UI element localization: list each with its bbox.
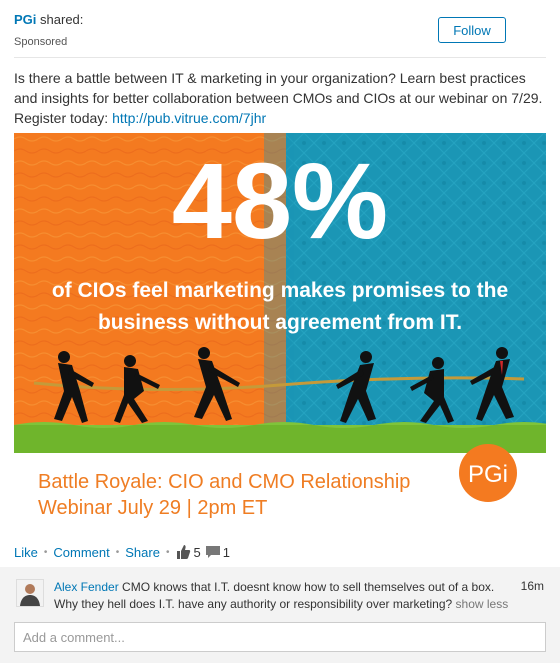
actor-name-link[interactable]: PGi bbox=[14, 12, 36, 27]
add-comment-input[interactable] bbox=[14, 622, 546, 652]
post-actor: PGi shared: bbox=[14, 12, 83, 27]
actor-verb: shared: bbox=[40, 12, 84, 27]
speech-bubble-icon[interactable] bbox=[205, 544, 221, 560]
commenter-name-link[interactable]: Alex Fender bbox=[54, 580, 119, 594]
social-actions: Like • Comment • Share • 5 1 bbox=[14, 543, 230, 561]
banner-grass bbox=[14, 425, 546, 455]
sponsored-label: Sponsored bbox=[14, 36, 68, 48]
comments-count: 1 bbox=[222, 544, 230, 560]
thumbs-up-icon[interactable] bbox=[175, 544, 191, 560]
share-link[interactable]: Share bbox=[125, 545, 160, 560]
comment-text: CMO knows that I.T. doesnt know how to s… bbox=[54, 580, 495, 611]
separator-dot: • bbox=[43, 546, 48, 558]
ad-banner-image[interactable]: 48% of CIOs feel marketing makes promise… bbox=[14, 133, 546, 521]
comment-timestamp: 16m bbox=[520, 579, 544, 593]
comments-section: Alex Fender CMO knows that I.T. doesnt k… bbox=[0, 567, 560, 663]
show-less-link[interactable]: show less bbox=[456, 597, 509, 611]
post-header: PGi shared: Sponsored Follow bbox=[14, 12, 546, 52]
banner-subtitle: Webinar July 29 | 2pm ET bbox=[38, 497, 267, 519]
post-text: Is there a battle between IT & marketing… bbox=[14, 68, 544, 128]
banner-stat: 48% bbox=[172, 140, 388, 261]
avatar[interactable] bbox=[16, 579, 44, 607]
post-link[interactable]: http://pub.vitrue.com/7jhr bbox=[112, 110, 266, 126]
separator-dot: • bbox=[165, 546, 170, 558]
pgi-logo-text: PGi bbox=[468, 461, 508, 488]
post-body-text: Is there a battle between IT & marketing… bbox=[14, 70, 543, 126]
comment-link[interactable]: Comment bbox=[53, 545, 109, 560]
banner-line1: of CIOs feel marketing makes promises to… bbox=[52, 279, 508, 302]
banner-title: Battle Royale: CIO and CMO Relationship bbox=[38, 471, 410, 493]
like-link[interactable]: Like bbox=[14, 545, 38, 560]
likes-count: 5 bbox=[193, 544, 201, 560]
banner-line2: business without agreement from IT. bbox=[98, 311, 462, 334]
comment-body: Alex Fender CMO knows that I.T. doesnt k… bbox=[54, 579, 514, 613]
follow-button[interactable]: Follow bbox=[438, 17, 506, 43]
header-divider bbox=[14, 57, 546, 58]
separator-dot: • bbox=[115, 546, 120, 558]
